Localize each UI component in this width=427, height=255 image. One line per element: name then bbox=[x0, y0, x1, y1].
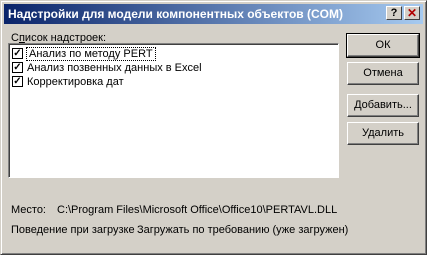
checkmark-icon: ✓ bbox=[13, 76, 22, 87]
addins-dialog: Надстройки для модели компонентных объек… bbox=[0, 0, 427, 255]
checkmark-icon: ✓ bbox=[13, 48, 22, 59]
load-behavior-label: Поведение при загрузке bbox=[11, 224, 135, 236]
addins-listbox[interactable]: ✓ Анализ по методу PERT ✓ Анализ позвенн… bbox=[8, 43, 339, 178]
help-icon: ? bbox=[390, 7, 398, 19]
cancel-button[interactable]: Отмена bbox=[347, 62, 419, 85]
location-label: Место: bbox=[11, 204, 46, 216]
close-button[interactable]: ✕ bbox=[404, 6, 420, 20]
list-item-label: Корректировка дат bbox=[27, 75, 124, 88]
list-item[interactable]: ✓ Анализ позвенных данных в Excel bbox=[12, 61, 202, 74]
list-item[interactable]: ✓ Анализ по методу PERT bbox=[12, 46, 156, 61]
checkmark-icon: ✓ bbox=[13, 62, 22, 73]
ok-button[interactable]: ОК bbox=[346, 33, 420, 58]
checkbox[interactable]: ✓ bbox=[12, 48, 23, 59]
location-value: C:\Program Files\Microsoft Office\Office… bbox=[57, 204, 338, 216]
checkbox[interactable]: ✓ bbox=[12, 62, 23, 73]
close-icon: ✕ bbox=[406, 6, 418, 20]
help-button[interactable]: ? bbox=[386, 6, 402, 20]
remove-button[interactable]: Удалить bbox=[347, 122, 419, 145]
checkbox[interactable]: ✓ bbox=[12, 76, 23, 87]
list-item-label: Анализ позвенных данных в Excel bbox=[27, 61, 202, 74]
add-button[interactable]: Добавить... bbox=[347, 94, 419, 117]
load-behavior-value: Загружать по требованию (уже загружен) bbox=[137, 224, 349, 236]
list-item-label: Анализ по методу PERT bbox=[26, 46, 156, 61]
title-bar[interactable]: Надстройки для модели компонентных объек… bbox=[4, 4, 423, 24]
list-item[interactable]: ✓ Корректировка дат bbox=[12, 75, 124, 88]
window-title: Надстройки для модели компонентных объек… bbox=[8, 7, 343, 21]
